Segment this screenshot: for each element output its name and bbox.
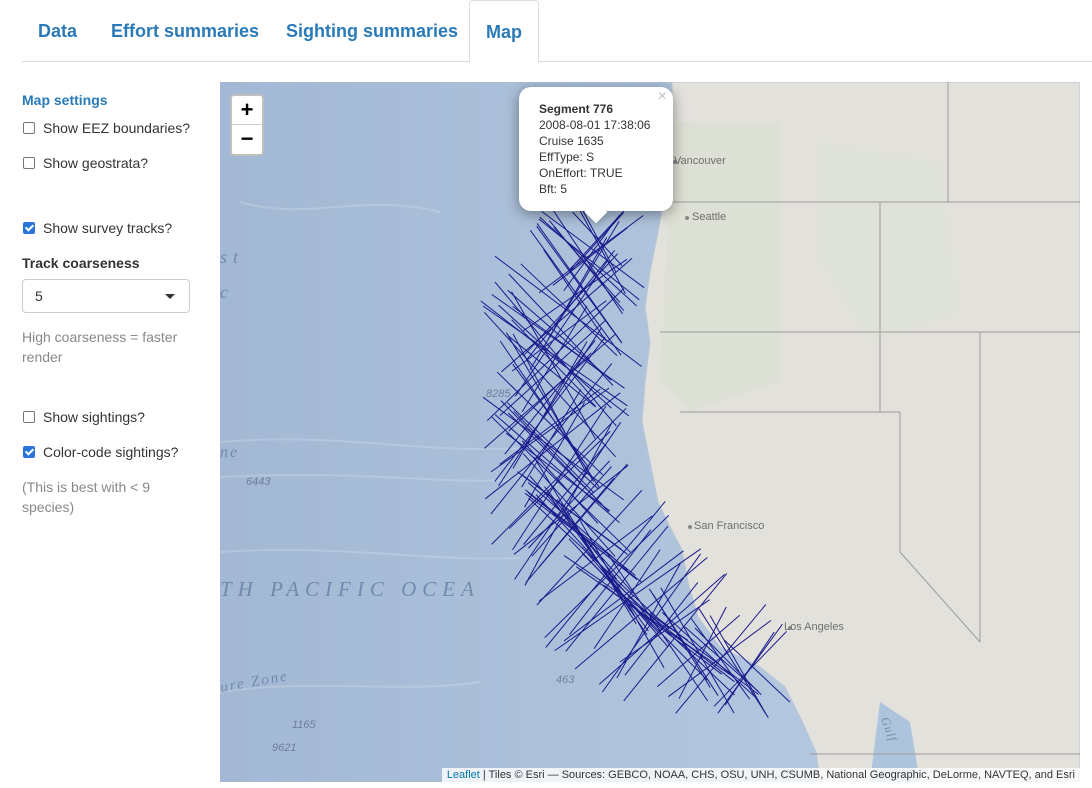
popup-efftype: EffType: S (539, 150, 595, 164)
map-attribution: Leaflet | Tiles © Esri — Sources: GEBCO,… (441, 768, 1080, 782)
tab-data[interactable]: Data (22, 0, 93, 62)
ocean-fragment-c: c (220, 282, 234, 302)
city-label-seattle: Seattle (692, 211, 727, 223)
geostrata-checkbox-label: Show geostrata? (43, 155, 149, 171)
zoom-control: + − (230, 94, 264, 156)
city-label-los-angeles: Los Angeles (784, 621, 844, 633)
map-container[interactable]: Vancouver Seattle San Francisco Los Ange… (220, 82, 1080, 782)
tab-effort-summaries[interactable]: Effort summaries (95, 0, 275, 62)
segment-popup: × Segment 776 2008-08-01 17:38:06 Cruise… (519, 87, 673, 224)
depth-label: 463 (556, 674, 575, 686)
colorcode-checkbox-row[interactable]: Color-code sightings? (22, 444, 178, 460)
depth-label: 8285 (486, 388, 511, 400)
eez-checkbox[interactable] (23, 122, 35, 134)
ocean-fragment-ne: ne (220, 444, 240, 461)
popup-close-button[interactable]: × (658, 89, 667, 105)
tab-map[interactable]: Map (469, 0, 539, 63)
city-label-san-francisco: San Francisco (694, 520, 765, 532)
map-settings-title: Map settings (22, 92, 108, 108)
depth-label: 6443 (246, 476, 271, 488)
tracks-checkbox[interactable] (23, 222, 35, 234)
eez-checkbox-label: Show EEZ boundaries? (43, 120, 191, 136)
zoom-in-button[interactable]: + (232, 96, 262, 125)
coarseness-label: Track coarseness (22, 255, 140, 271)
coarseness-help: High coarseness = faster render (22, 329, 178, 365)
leaflet-link[interactable]: Leaflet (447, 769, 480, 781)
popup-bft: Bft: 5 (539, 182, 568, 196)
sightings-checkbox-label: Show sightings? (43, 409, 145, 425)
popup-oneffort: OnEffort: TRUE (539, 166, 623, 180)
attribution-text: | Tiles © Esri — Sources: GEBCO, NOAA, C… (479, 769, 1075, 781)
geostrata-checkbox[interactable] (23, 157, 35, 169)
colorcode-help: (This is best with < 9 species) (22, 479, 150, 515)
tab-sighting-summaries[interactable]: Sighting summaries (270, 0, 474, 62)
tracks-checkbox-row[interactable]: Show survey tracks? (22, 220, 172, 236)
sightings-checkbox[interactable] (23, 411, 35, 423)
geostrata-checkbox-row[interactable]: Show geostrata? (22, 155, 148, 171)
city-label-vancouver: Vancouver (674, 155, 726, 167)
ocean-fragment-st: st (220, 247, 245, 267)
popup-title: Segment 776 (539, 102, 614, 116)
coarseness-select[interactable]: 5 (22, 279, 190, 313)
zoom-out-button[interactable]: − (232, 125, 262, 154)
colorcode-checkbox-label: Color-code sightings? (43, 444, 179, 460)
tracks-checkbox-label: Show survey tracks? (43, 220, 173, 236)
sightings-checkbox-row[interactable]: Show sightings? (22, 409, 145, 425)
chevron-down-icon (165, 294, 175, 299)
eez-checkbox-row[interactable]: Show EEZ boundaries? (22, 120, 190, 136)
ocean-label: TH PACIFIC OCEA (220, 577, 480, 601)
colorcode-checkbox[interactable] (23, 446, 35, 458)
coarseness-value: 5 (35, 288, 43, 304)
tab-bar: Data Effort summaries Sighting summaries… (22, 0, 1092, 63)
depth-label: 1165 (292, 719, 316, 731)
depth-label: 9621 (272, 742, 297, 754)
popup-cruise: Cruise 1635 (539, 134, 604, 148)
popup-datetime: 2008-08-01 17:38:06 (539, 118, 651, 132)
